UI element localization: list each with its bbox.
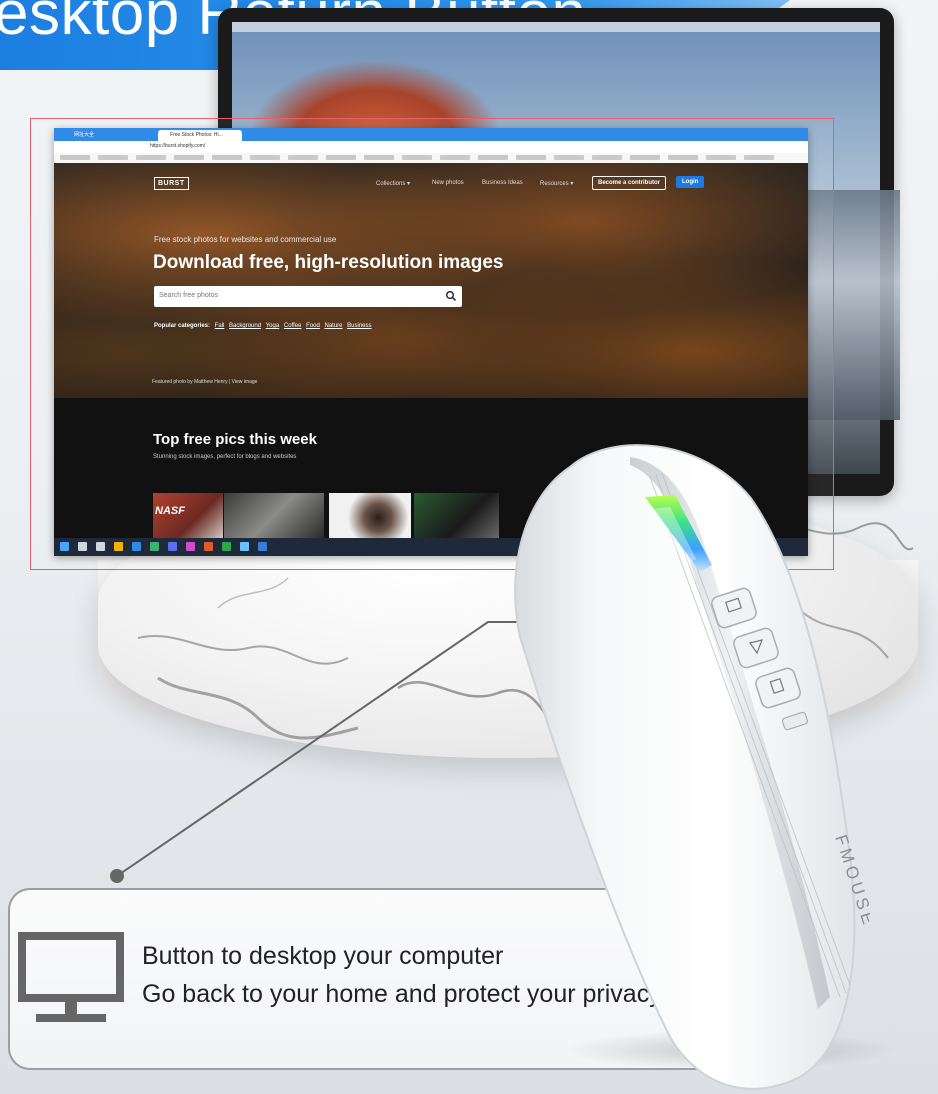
popular-label: Popular categories: [154, 323, 211, 329]
monitor-menubar [232, 22, 880, 32]
bookmark-item[interactable] [516, 155, 546, 160]
nav-collections[interactable]: Collections ▾ [376, 180, 410, 187]
search-icon[interactable] [445, 290, 457, 302]
bookmark-item[interactable] [592, 155, 622, 160]
bookmark-item[interactable] [98, 155, 128, 160]
taskbar-app-icon[interactable] [258, 542, 267, 551]
photo-thumbnail[interactable] [329, 493, 411, 538]
popular-categories: Popular categories: Fall Background Yoga… [154, 323, 372, 329]
callout-text-line-1: Button to desktop your computer [142, 942, 504, 970]
taskbar-app-icon[interactable] [150, 542, 159, 551]
bookmark-item[interactable] [478, 155, 508, 160]
section-subtitle: Stunning stock images, perfect for blogs… [153, 454, 297, 460]
thumbnail-text: NASF [155, 505, 185, 517]
category-link[interactable]: Business [347, 323, 371, 329]
bookmark-item[interactable] [288, 155, 318, 160]
photo-thumbnail[interactable] [414, 493, 499, 538]
taskbar-app-icon[interactable] [186, 542, 195, 551]
bookmark-item[interactable] [250, 155, 280, 160]
category-link[interactable]: Coffee [284, 323, 302, 329]
wireless-mouse: FMOUSE [514, 444, 870, 1090]
bookmark-item[interactable] [668, 155, 698, 160]
start-icon[interactable] [60, 542, 69, 551]
search-placeholder: Search free photos [159, 292, 219, 299]
photo-thumbnail[interactable] [224, 493, 324, 538]
featured-credit[interactable]: Featured photo by Matthew Henry | View i… [152, 379, 257, 385]
taskbar-app-icon[interactable] [132, 542, 141, 551]
taskbar-app-icon[interactable] [204, 542, 213, 551]
bookmark-item[interactable] [706, 155, 736, 160]
category-link[interactable]: Background [229, 323, 261, 329]
category-link[interactable]: Food [306, 323, 320, 329]
bookmark-item[interactable] [212, 155, 242, 160]
nav-resources[interactable]: Resources ▾ [540, 180, 573, 187]
bookmark-item[interactable] [440, 155, 470, 160]
browser-tabbar: 网址大全 Free Stock Photos: Hi... [54, 128, 808, 141]
bookmark-item[interactable] [364, 155, 394, 160]
bookmark-item[interactable] [630, 155, 660, 160]
taskbar-app-icon[interactable] [168, 542, 177, 551]
category-link[interactable]: Yoga [266, 323, 279, 329]
search-input[interactable]: Search free photos [154, 286, 462, 307]
taskbar-app-icon[interactable] [78, 542, 87, 551]
hero-section: BURST Collections ▾ New photos Business … [54, 163, 808, 398]
url-text[interactable]: https://burst.shopify.com/ [150, 143, 205, 149]
nav-business-ideas[interactable]: Business Ideas [482, 180, 523, 186]
desktop-monitor-icon [18, 932, 124, 1022]
login-button[interactable]: Login [676, 176, 705, 188]
burst-logo[interactable]: BURST [154, 177, 189, 190]
nav-new-photos[interactable]: New photos [432, 180, 464, 186]
browser-tab-2[interactable]: Free Stock Photos: Hi... [158, 130, 242, 141]
become-contributor-button[interactable]: Become a contributor [592, 176, 667, 190]
taskbar-app-icon[interactable] [240, 542, 249, 551]
hero-title: Download free, high-resolution images [153, 252, 504, 273]
taskbar-app-icon[interactable] [114, 542, 123, 551]
bookmark-item[interactable] [554, 155, 584, 160]
section-title: Top free pics this week [153, 431, 317, 448]
bookmark-item[interactable] [174, 155, 204, 160]
bookmark-item[interactable] [326, 155, 356, 160]
category-link[interactable]: Nature [324, 323, 342, 329]
taskbar-app-icon[interactable] [96, 542, 105, 551]
bookmark-item[interactable] [136, 155, 166, 160]
browser-tab-1[interactable]: 网址大全 [62, 130, 136, 141]
bookmark-item[interactable] [402, 155, 432, 160]
bookmark-item[interactable] [60, 155, 90, 160]
taskbar-app-icon[interactable] [222, 542, 231, 551]
hero-tagline: Free stock photos for websites and comme… [154, 235, 337, 244]
bookmark-item[interactable] [744, 155, 774, 160]
category-link[interactable]: Fall [215, 323, 225, 329]
photo-thumbnail[interactable]: NASF [153, 493, 223, 538]
